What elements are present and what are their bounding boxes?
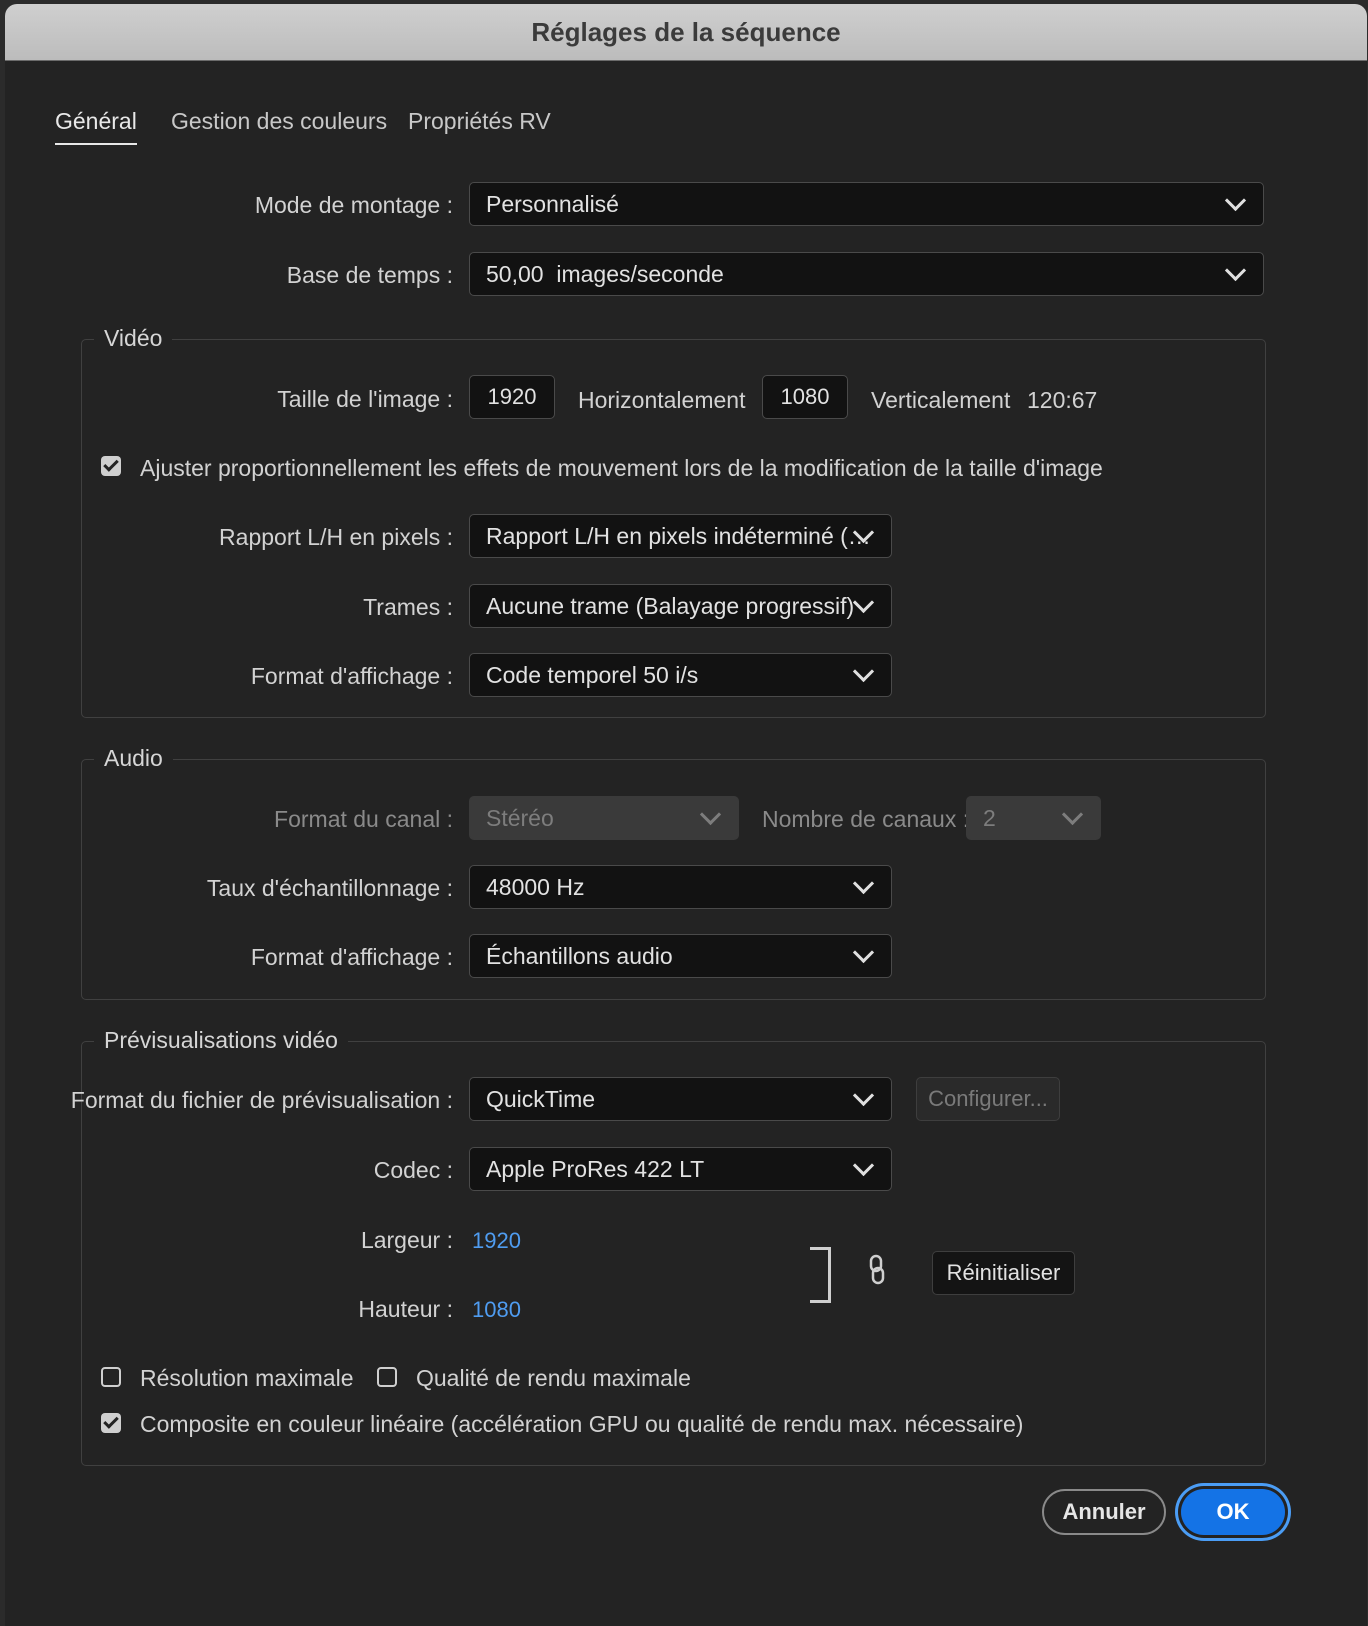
audio-group-title: Audio — [94, 745, 173, 772]
max-resolution-label: Résolution maximale — [140, 1365, 354, 1391]
video-previews-group-title: Prévisualisations vidéo — [94, 1027, 348, 1054]
audio-display-format-select[interactable]: Échantillons audio — [469, 934, 892, 978]
max-resolution-checkbox[interactable] — [101, 1367, 121, 1387]
linear-color-checkbox[interactable] — [101, 1413, 121, 1433]
preview-file-format-select[interactable]: QuickTime — [469, 1077, 892, 1121]
audio-display-format-value: Échantillons audio — [486, 943, 673, 969]
video-group-title: Vidéo — [94, 325, 173, 352]
chevron-down-icon — [699, 803, 722, 826]
ok-button[interactable]: OK — [1181, 1489, 1285, 1535]
link-chain-icon[interactable] — [866, 1254, 888, 1286]
configure-button[interactable]: Configurer... — [916, 1077, 1060, 1121]
reset-button[interactable]: Réinitialiser — [932, 1251, 1075, 1295]
pixel-aspect-label: Rapport L/H en pixels : — [219, 524, 453, 550]
audio-display-format-label: Format d'affichage : — [250, 944, 453, 970]
dialog-title: Réglages de la séquence — [5, 4, 1367, 61]
link-bracket — [810, 1247, 831, 1303]
frame-size-label: Taille de l'image : — [277, 386, 453, 412]
codec-select[interactable]: Apple ProRes 422 LT — [469, 1147, 892, 1191]
frame-width-input[interactable]: 1920 — [469, 375, 555, 419]
channel-count-select: 2 — [966, 796, 1101, 840]
sample-rate-select[interactable]: 48000 Hz — [469, 865, 892, 909]
vertical-label: Verticalement — [871, 387, 1011, 413]
chevron-down-icon — [852, 941, 875, 964]
scale-motion-checkbox[interactable] — [101, 456, 121, 476]
chevron-down-icon — [852, 1084, 875, 1107]
aspect-ratio-value: 120:67 — [1027, 387, 1098, 413]
preview-file-format-value: QuickTime — [486, 1086, 596, 1112]
channel-format-label: Format du canal : — [274, 806, 453, 832]
chevron-down-icon — [1224, 259, 1247, 282]
video-display-format-label: Format d'affichage : — [250, 663, 453, 689]
preview-file-format-label: Format du fichier de prévisualisation : — [70, 1087, 453, 1113]
editing-mode-value: Personnalisé — [486, 191, 619, 217]
chevron-down-icon — [1061, 803, 1084, 826]
preview-width-label: Largeur : — [360, 1227, 453, 1253]
max-quality-label: Qualité de rendu maximale — [416, 1365, 691, 1391]
timebase-value: 50,00 images/seconde — [486, 261, 724, 287]
editing-mode-label: Mode de montage : — [254, 192, 453, 218]
tab-general[interactable]: Général — [55, 108, 137, 145]
horizontal-label: Horizontalement — [578, 387, 746, 413]
cancel-button[interactable]: Annuler — [1042, 1489, 1166, 1535]
chevron-down-icon — [852, 1154, 875, 1177]
video-display-format-select[interactable]: Code temporel 50 i/s — [469, 653, 892, 697]
chevron-down-icon — [1224, 189, 1247, 212]
tab-color-management[interactable]: Gestion des couleurs — [171, 108, 387, 135]
tab-vr-properties[interactable]: Propriétés RV — [408, 108, 551, 135]
channel-format-select: Stéréo — [469, 796, 739, 840]
channel-count-label: Nombre de canaux : — [762, 806, 970, 832]
chevron-down-icon — [852, 872, 875, 895]
pixel-aspect-select[interactable]: Rapport L/H en pixels indéterminé (… — [469, 514, 892, 558]
chevron-down-icon — [852, 660, 875, 683]
max-quality-checkbox[interactable] — [377, 1367, 397, 1387]
preview-width-value[interactable]: 1920 — [472, 1228, 521, 1254]
frame-height-input[interactable]: 1080 — [762, 375, 848, 419]
video-display-format-value: Code temporel 50 i/s — [486, 662, 699, 688]
codec-value: Apple ProRes 422 LT — [486, 1156, 705, 1182]
editing-mode-select[interactable]: Personnalisé — [469, 182, 1264, 226]
linear-color-label: Composite en couleur linéaire (accélérat… — [140, 1411, 1024, 1437]
channel-count-value: 2 — [983, 805, 996, 831]
codec-label: Codec : — [373, 1157, 453, 1183]
sample-rate-value: 48000 Hz — [486, 874, 585, 900]
timebase-select[interactable]: 50,00 images/seconde — [469, 252, 1264, 296]
scale-motion-label: Ajuster proportionnellement les effets d… — [140, 455, 1103, 481]
fields-label: Trames : — [363, 594, 453, 620]
fields-select[interactable]: Aucune trame (Balayage progressif) — [469, 584, 892, 628]
preview-height-label: Hauteur : — [358, 1296, 453, 1322]
channel-format-value: Stéréo — [486, 805, 554, 831]
chevron-down-icon — [852, 591, 875, 614]
timebase-label: Base de temps : — [286, 262, 453, 288]
fields-value: Aucune trame (Balayage progressif) — [486, 593, 855, 619]
preview-height-value[interactable]: 1080 — [472, 1297, 521, 1323]
sample-rate-label: Taux d'échantillonnage : — [206, 875, 453, 901]
pixel-aspect-value: Rapport L/H en pixels indéterminé (… — [486, 523, 871, 549]
